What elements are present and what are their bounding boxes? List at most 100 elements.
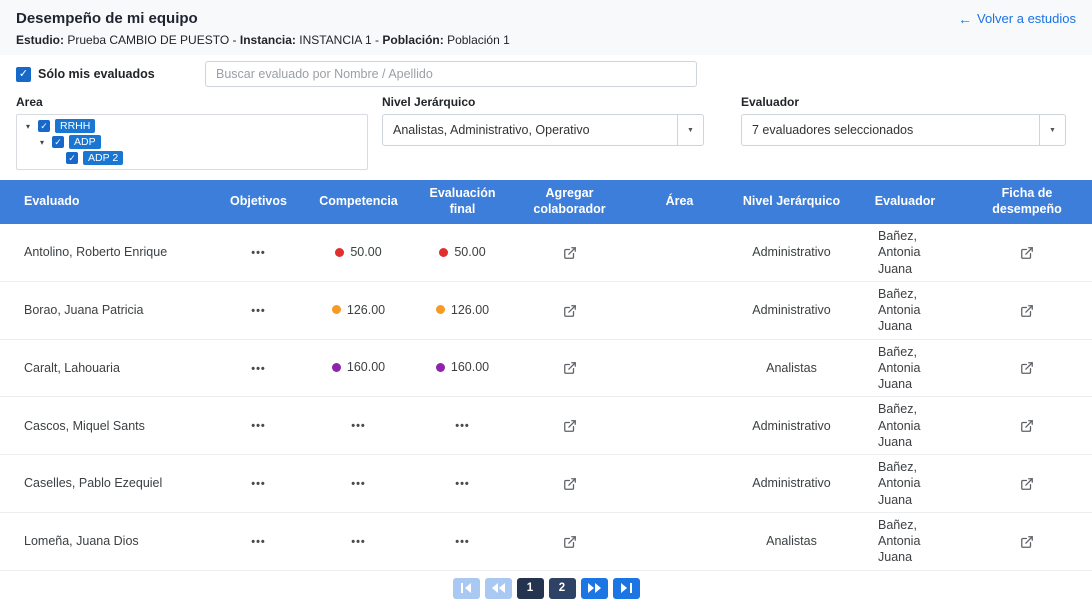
- chevron-down-icon[interactable]: ▼: [677, 115, 703, 145]
- external-link-icon[interactable]: [563, 535, 577, 549]
- nivel-value: Administrativo: [752, 418, 831, 433]
- next-page-button[interactable]: [580, 577, 608, 599]
- col-header-evaluador: Evaluador: [848, 180, 962, 224]
- instancia-value: INSTANCIA 1: [299, 33, 372, 47]
- checkbox-checked-icon[interactable]: ✓: [38, 120, 50, 132]
- evaluacion-final-value: 126.00: [450, 302, 490, 317]
- external-link-icon[interactable]: [1020, 304, 1034, 318]
- col-header-objetivos: Objetivos: [210, 180, 307, 224]
- back-arrow-icon: ←: [957, 10, 972, 27]
- agregar-colaborador-cell: [515, 224, 624, 282]
- ficha-desempeno-cell: [962, 396, 1092, 455]
- external-link-icon[interactable]: [1020, 535, 1034, 549]
- separator: -: [375, 33, 380, 47]
- page-button-1[interactable]: 1: [516, 577, 544, 599]
- checkbox-checked-icon[interactable]: ✓: [16, 66, 31, 82]
- last-page-button[interactable]: [612, 577, 640, 599]
- col-header-ficha-desempeno: Ficha de desempeño: [962, 180, 1092, 224]
- table-row: Caselles, Pablo Ezequiel ••• ••• ••• Adm…: [0, 454, 1092, 513]
- nivel-cell: Administrativo: [735, 281, 848, 340]
- evaluacion-final-value: 50.00: [454, 244, 486, 259]
- col-header-area: Área: [624, 180, 735, 224]
- tree-node-label[interactable]: ADP: [69, 135, 101, 149]
- checkbox-checked-icon[interactable]: ✓: [52, 136, 64, 148]
- external-link-icon[interactable]: [563, 477, 577, 491]
- external-link-icon[interactable]: [1020, 361, 1034, 375]
- objetivos-cell: •••: [210, 281, 307, 340]
- evaluado-name: Lomeña, Juana Dios: [24, 534, 139, 548]
- nivel-value: Administrativo: [752, 476, 831, 491]
- nivel-jerarquico-filter: Nivel Jerárquico Analistas, Administrati…: [382, 95, 704, 170]
- chevron-down-icon[interactable]: ▼: [1039, 115, 1065, 145]
- objetivos-menu-dots-icon[interactable]: •••: [251, 478, 266, 490]
- objetivos-menu-dots-icon[interactable]: •••: [251, 247, 266, 259]
- nivel-value: Administrativo: [752, 245, 831, 260]
- search-input[interactable]: [205, 61, 697, 87]
- evaluacion-final-value: •••: [455, 420, 470, 433]
- results-table-wrap: Evaluado Objetivos Competencia Evaluació…: [0, 180, 1092, 571]
- col-header-nivel-jerarquico: Nivel Jerárquico: [735, 180, 848, 224]
- back-link-label: Volver a estudios: [976, 11, 1076, 26]
- objetivos-cell: •••: [210, 396, 307, 455]
- status-dot-icon: [331, 363, 341, 373]
- objetivos-menu-dots-icon[interactable]: •••: [251, 363, 266, 375]
- external-link-icon[interactable]: [1020, 246, 1034, 260]
- evaluador-cell: Bañez, Antonia Juana: [848, 454, 962, 513]
- estudio-label: Estudio:: [16, 33, 64, 47]
- objetivos-menu-dots-icon[interactable]: •••: [251, 536, 266, 548]
- area-cell: [624, 339, 735, 398]
- nivel-value: Administrativo: [752, 303, 831, 317]
- external-link-icon[interactable]: [1020, 477, 1034, 491]
- filter-row: ✓ Sólo mis evaluados: [0, 55, 1092, 89]
- objetivos-menu-dots-icon[interactable]: •••: [251, 305, 266, 317]
- competencia-value: •••: [351, 535, 366, 548]
- evaluado-cell: Cascos, Miquel Sants: [0, 396, 210, 455]
- pagination: 1 2: [0, 577, 1092, 599]
- external-link-icon[interactable]: [563, 419, 577, 433]
- evaluado-name: Caselles, Pablo Ezequiel: [24, 476, 163, 491]
- evaluador-value: Bañez, Antonia Juana: [878, 286, 921, 334]
- external-link-icon[interactable]: [563, 304, 577, 318]
- objetivos-menu-dots-icon[interactable]: •••: [251, 420, 266, 432]
- external-link-icon[interactable]: [563, 246, 577, 260]
- competencia-cell: •••: [307, 512, 410, 571]
- agregar-colaborador-cell: [515, 454, 624, 513]
- competencia-cell: •••: [307, 396, 410, 455]
- external-link-icon[interactable]: [563, 361, 577, 375]
- table-row: Caralt, Lahouaria ••• 160.00 160.00 Anal…: [0, 339, 1092, 398]
- ficha-desempeno-cell: [962, 224, 1092, 282]
- objetivos-cell: •••: [210, 224, 307, 282]
- agregar-colaborador-cell: [515, 396, 624, 455]
- evaluado-name: Caralt, Lahouaria: [24, 360, 120, 375]
- only-my-evaluees-filter[interactable]: ✓ Sólo mis evaluados: [16, 66, 205, 82]
- page-button-2[interactable]: 2: [548, 577, 576, 599]
- evaluador-select[interactable]: 7 evaluadores seleccionados ▼: [741, 114, 1066, 146]
- tree-node-label[interactable]: RRHH: [55, 119, 96, 133]
- previous-page-button[interactable]: [484, 577, 512, 599]
- back-to-studies-link[interactable]: ← Volver a estudios: [958, 11, 1076, 27]
- col-header-competencia: Competencia: [307, 180, 410, 224]
- caret-down-icon[interactable]: ▾: [23, 122, 33, 131]
- caret-down-icon[interactable]: ▾: [37, 138, 47, 147]
- evaluador-cell: Bañez, Antonia Juana: [848, 224, 962, 282]
- filter-row: Area ▾ ✓ RRHH ▾ ✓ ADP ✓ ADP 2 Nivel Jerá…: [0, 89, 1092, 170]
- poblacion-value: Población 1: [447, 33, 510, 47]
- external-link-icon[interactable]: [1020, 419, 1034, 433]
- agregar-colaborador-cell: [515, 512, 624, 571]
- evaluador-cell: Bañez, Antonia Juana: [848, 339, 962, 398]
- first-page-button[interactable]: [452, 577, 480, 599]
- nivel-jerarquico-select[interactable]: Analistas, Administrativo, Operativo ▼: [382, 114, 704, 146]
- objetivos-cell: •••: [210, 512, 307, 571]
- evaluador-cell: Bañez, Antonia Juana: [848, 396, 962, 455]
- area-tree: ▾ ✓ RRHH ▾ ✓ ADP ✓ ADP 2: [16, 114, 368, 170]
- table-row: Cascos, Miquel Sants ••• ••• ••• Adminis…: [0, 396, 1092, 455]
- evaluado-name: Antolino, Roberto Enrique: [24, 245, 168, 260]
- checkbox-checked-icon[interactable]: ✓: [66, 152, 78, 164]
- area-filter: Area ▾ ✓ RRHH ▾ ✓ ADP ✓ ADP 2: [16, 95, 368, 170]
- tree-node-label[interactable]: ADP 2: [83, 151, 124, 165]
- area-cell: [624, 454, 735, 513]
- area-label: Area: [16, 95, 43, 109]
- separator: -: [232, 33, 237, 47]
- study-info: Estudio: Prueba CAMBIO DE PUESTO - Insta…: [0, 29, 1092, 55]
- evaluado-cell: Lomeña, Juana Dios: [0, 512, 210, 571]
